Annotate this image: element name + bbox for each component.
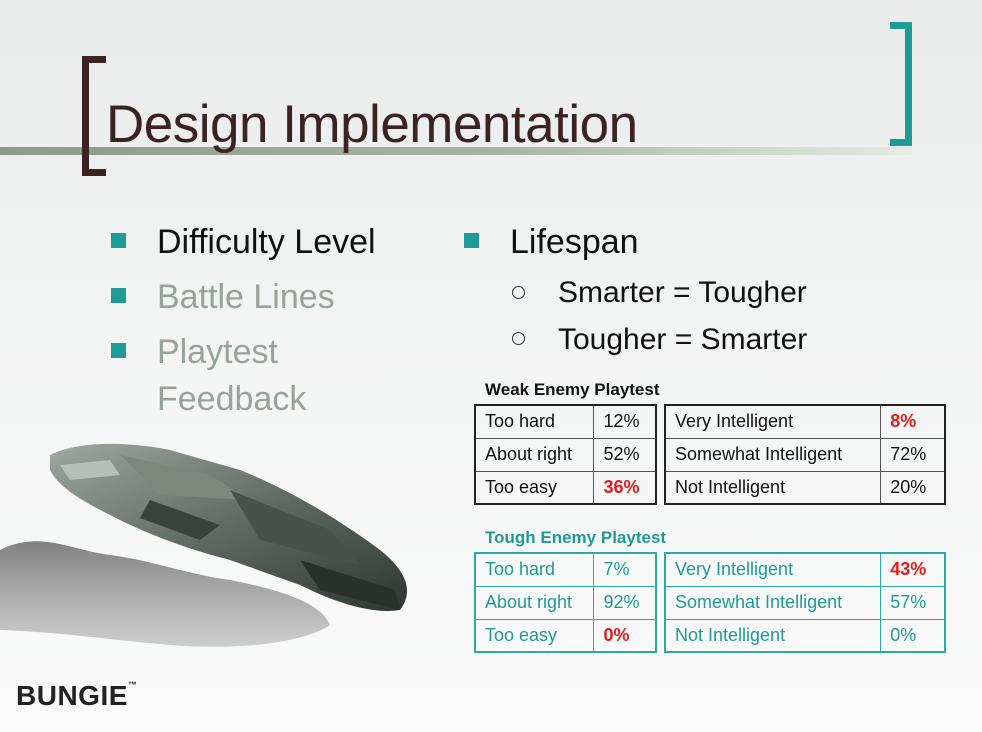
table-cell: 72% [880,437,946,472]
logo-trademark: ™ [127,680,138,690]
table-cell: About right [474,437,595,472]
table-row: About right 52% [474,437,657,472]
bungie-logo: BUNGIE™ [16,680,137,712]
table-cell: 0% [593,618,657,653]
right-bracket-decoration [890,22,912,146]
table-cell: Somewhat Intelligent [664,585,882,620]
left-bracket-decoration [82,56,106,176]
table-cell: 20% [880,470,946,505]
sub-bullet-circle-icon [512,332,525,345]
table-cell: 92% [593,585,657,620]
table-cell: 36% [593,470,657,505]
table-cell: Somewhat Intelligent [664,437,882,472]
bullet-playtest: Playtest [157,333,278,371]
table-row: Somewhat Intelligent 72% [664,437,946,472]
tough-intelligence-table: Very Intelligent 43% Somewhat Intelligent… [664,552,946,653]
table-row: Very Intelligent 43% [664,552,946,587]
table-cell: Not Intelligent [664,618,882,653]
table-cell: Very Intelligent [664,552,882,587]
table-row: About right 92% [474,585,657,620]
table-cell: 12% [593,404,657,439]
bullet-square-icon [111,343,126,358]
table-cell: 57% [880,585,946,620]
table-row: Too hard 12% [474,404,657,439]
bullet-difficulty-level: Difficulty Level [157,223,376,261]
bullet-square-icon [111,233,126,248]
logo-text: BUNGIE [16,680,128,711]
table-cell: Very Intelligent [664,404,882,439]
table-cell: Too hard [474,552,595,587]
table-cell: 0% [880,618,946,653]
bullet-lifespan: Lifespan [510,223,639,261]
table-cell: Too easy [474,470,595,505]
table-cell: Too hard [474,404,595,439]
table-row: Not Intelligent 20% [664,470,946,505]
slide-title: Design Implementation [106,95,638,154]
table-cell: About right [474,585,595,620]
sub-bullet-circle-icon [512,286,525,299]
table-row: Too hard 7% [474,552,657,587]
table-row: Not Intelligent 0% [664,618,946,653]
tough-table-title: Tough Enemy Playtest [485,528,667,547]
weak-difficulty-table: Too hard 12% About right 52% Too easy 36% [474,404,657,505]
table-row: Too easy 36% [474,470,657,505]
sub-bullet-smarter-tougher: Smarter = Tougher [558,276,807,309]
table-row: Too easy 0% [474,618,657,653]
table-row: Somewhat Intelligent 57% [664,585,946,620]
bullet-square-icon [111,288,126,303]
weak-table-title: Weak Enemy Playtest [485,380,660,399]
bullet-square-icon [464,233,479,248]
bullet-battle-lines: Battle Lines [157,278,335,316]
table-cell: 7% [593,552,657,587]
table-cell: 8% [880,404,946,439]
tough-difficulty-table: Too hard 7% About right 92% Too easy 0% [474,552,657,653]
sub-bullet-tougher-smarter: Tougher = Smarter [558,323,808,356]
table-cell: Too easy [474,618,595,653]
table-cell: 52% [593,437,657,472]
weak-intelligence-table: Very Intelligent 8% Somewhat Intelligent 7… [664,404,946,505]
spaceship-image [0,443,408,647]
table-row: Very Intelligent 8% [664,404,946,439]
table-cell: Not Intelligent [664,470,882,505]
table-cell: 43% [880,552,946,587]
